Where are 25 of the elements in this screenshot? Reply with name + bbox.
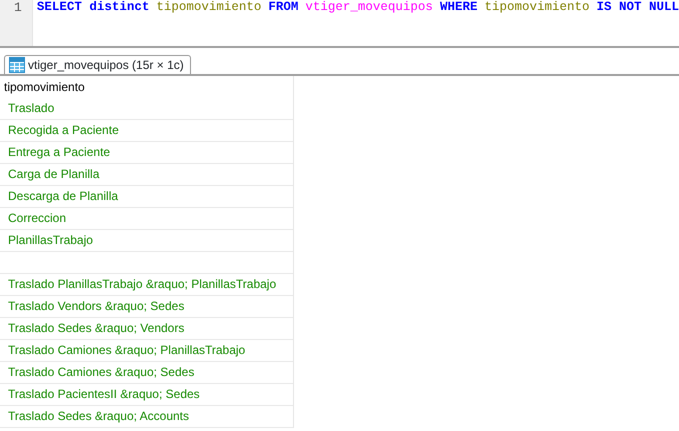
table-icon — [9, 57, 25, 73]
table-cell: Traslado PlanillasTrabajo &raquo; PlanillasTrabajo — [0, 274, 293, 296]
line-number: 1 — [13, 0, 22, 15]
sql-column-name: tipomovimiento — [484, 0, 590, 15]
sql-table-name: vtiger_movequipos — [305, 0, 433, 15]
sql-keyword: FROM — [268, 0, 298, 15]
table-cell: Recogida a Paciente — [0, 120, 293, 142]
table-cell: Carga de Planilla — [0, 164, 293, 186]
table-cell: Traslado PacientesII &raquo; Sedes — [0, 384, 293, 406]
table-cell: Traslado Sedes &raquo; Accounts — [0, 406, 293, 428]
column-header[interactable]: tipomovimiento — [0, 76, 293, 98]
table-cell: Entrega a Paciente — [0, 142, 293, 164]
table-cell: Traslado Camiones &raquo; Sedes — [0, 362, 293, 384]
table-cell: Traslado Camiones &raquo; PlanillasTrabajo — [0, 340, 293, 362]
sql-keyword: SELECT distinct — [36, 0, 150, 15]
sql-keyword: WHERE — [440, 0, 478, 15]
table-cell: PlanillasTrabajo — [0, 230, 293, 252]
result-tab[interactable]: vtiger_movequipos (15r × 1c) — [4, 55, 191, 74]
table-cell: Traslado — [0, 98, 293, 120]
table-cell: Descarga de Planilla — [0, 186, 293, 208]
table-cell: Traslado Vendors &raquo; Sedes — [0, 296, 293, 318]
sql-column-name: tipomovimiento — [156, 0, 262, 15]
sql-keyword: IS NOT NULL — [596, 0, 679, 15]
table-cell: Traslado Sedes &raquo; Vendors — [0, 318, 293, 340]
table-cell: Correccion — [0, 208, 293, 230]
